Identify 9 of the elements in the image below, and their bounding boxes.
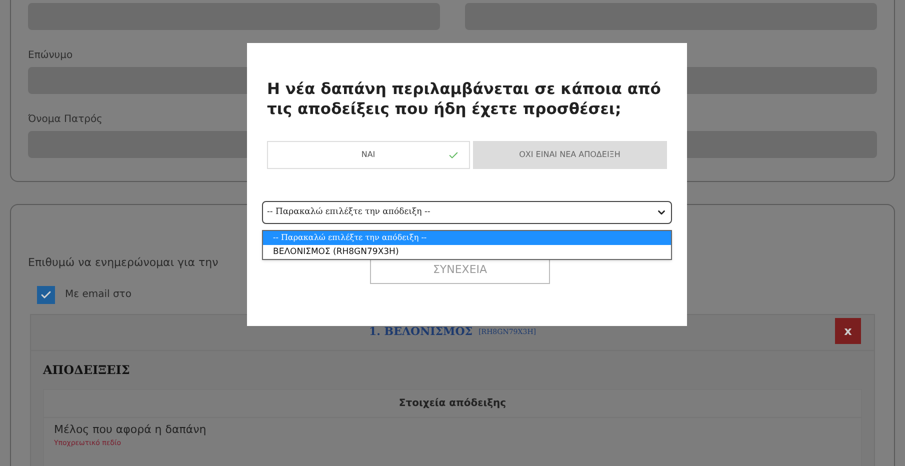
field-label: Επώνυμο xyxy=(28,49,74,61)
section-title: ΑΠΟΔΕΙΞΕΙΣ xyxy=(43,362,130,378)
modal-question: Η νέα δαπάνη περιλαμβάνεται σε κάποια από τις αποδείξεις που ήδη έχετε προσθέσει; xyxy=(267,79,662,119)
row-label: Μέλος που αφορά η δαπάνη xyxy=(54,422,206,438)
notification-prompt: Επιθυμώ να ενημερώνομαι για την xyxy=(28,255,218,271)
expense-title: 1. ΒΕΛΟΝΙΣΜΟΣ xyxy=(368,324,473,340)
field-label: Όνομα Πατρός xyxy=(28,113,104,125)
table-header: Στοιχεία απόδειξης xyxy=(398,396,506,410)
email-option-label: Με email στο xyxy=(65,288,132,302)
